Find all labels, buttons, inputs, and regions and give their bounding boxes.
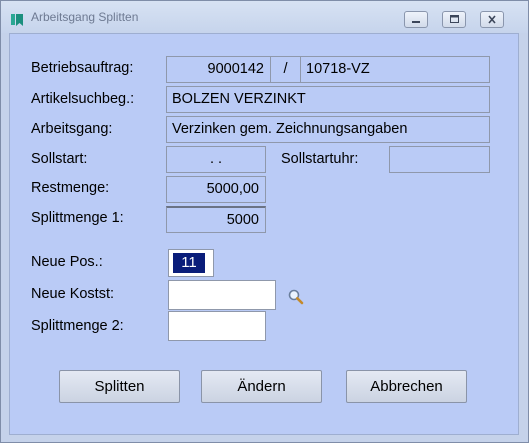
label-sollstart: Sollstart: (31, 151, 88, 167)
restmenge-field: 5000,00 (166, 176, 266, 203)
sollstart-field: . . (166, 146, 266, 173)
splittmenge2-input[interactable] (168, 311, 266, 341)
label-neue-kostst: Neue Kostst: (31, 286, 115, 302)
title-bar[interactable]: Arbeitsgang Splitten (1, 1, 528, 33)
label-betriebsauftrag: Betriebsauftrag: (31, 60, 134, 76)
search-icon[interactable] (287, 288, 305, 306)
arbeitsgang-field: Verzinken gem. Zeichnungsangaben (166, 116, 490, 143)
auftrag-reference-field: 10718-VZ (300, 56, 490, 83)
neue-pos-input[interactable]: 11 (168, 249, 214, 277)
window-title: Arbeitsgang Splitten (31, 10, 139, 24)
auftrag-number-field: 9000142 (166, 56, 271, 83)
minimize-button[interactable] (404, 11, 428, 28)
maximize-button[interactable] (442, 11, 466, 28)
aendern-button[interactable]: Ändern (201, 370, 322, 403)
sollstartuhr-field (389, 146, 490, 173)
label-neue-pos: Neue Pos.: (31, 254, 103, 270)
maximize-icon (450, 15, 459, 23)
label-sollstartuhr: Sollstartuhr: (281, 151, 359, 167)
label-restmenge: Restmenge: (31, 180, 110, 196)
neue-kostst-input[interactable] (168, 280, 276, 310)
label-arbeitsgang: Arbeitsgang: (31, 121, 113, 137)
splittmenge1-field: 5000 (166, 206, 266, 233)
label-artikelsuchbeg: Artikelsuchbeg.: (31, 91, 135, 107)
label-splittmenge2: Splittmenge 2: (31, 318, 124, 334)
dialog-client-area: Betriebsauftrag: 9000142 / 10718-VZ Arti… (9, 33, 519, 435)
close-icon (488, 15, 496, 24)
artikel-field: BOLZEN VERZINKT (166, 86, 490, 113)
bookmark-icon (11, 14, 23, 26)
label-splittmenge1: Splittmenge 1: (31, 210, 124, 226)
auftrag-separator: / (271, 56, 300, 83)
split-dialog-window: Arbeitsgang Splitten Betriebsauftrag: 90… (0, 0, 529, 443)
abbrechen-button[interactable]: Abbrechen (346, 370, 467, 403)
neue-pos-selected-text: 11 (173, 253, 205, 273)
splitten-button[interactable]: Splitten (59, 370, 180, 403)
close-button[interactable] (480, 11, 504, 28)
minimize-icon (412, 21, 420, 23)
